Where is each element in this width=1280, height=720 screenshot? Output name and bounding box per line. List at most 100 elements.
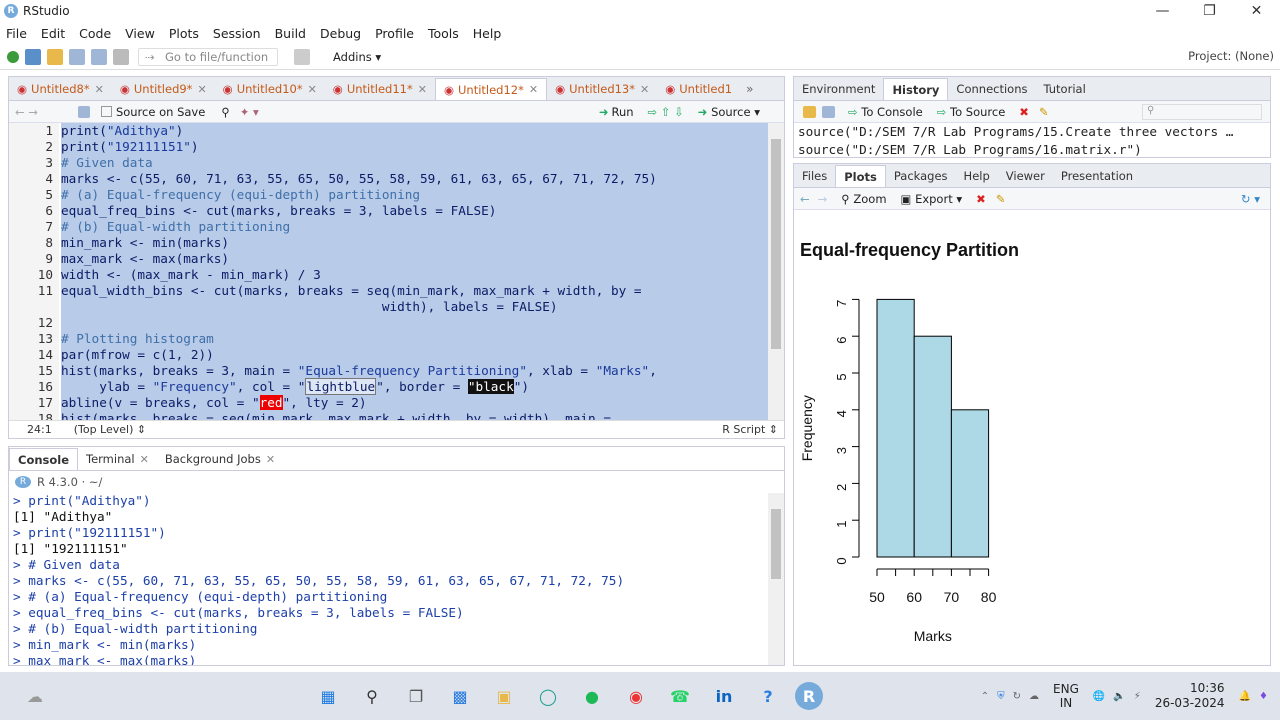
menu-tools[interactable]: Tools bbox=[428, 26, 459, 41]
volume-icon[interactable]: 🔈 bbox=[1113, 691, 1125, 702]
code-line[interactable]: # Plotting histogram bbox=[61, 331, 769, 347]
load-history-icon[interactable] bbox=[803, 105, 816, 118]
code-line[interactable]: print("192111151") bbox=[61, 139, 769, 155]
menu-session[interactable]: Session bbox=[213, 26, 261, 41]
code-line[interactable]: hist(marks, breaks = 3, main = "Equal-fr… bbox=[61, 363, 769, 379]
close-button[interactable]: ✕ bbox=[1233, 0, 1280, 22]
cloud-icon[interactable]: ☁ bbox=[1029, 691, 1039, 702]
menu-plots[interactable]: Plots bbox=[169, 26, 199, 41]
next-plot-icon[interactable]: → bbox=[818, 192, 828, 206]
plots-tab[interactable]: Plots bbox=[835, 165, 886, 187]
clock[interactable]: 10:36 26-03-2024 bbox=[1155, 681, 1225, 711]
broom-icon[interactable]: ✎ bbox=[1039, 105, 1049, 119]
close-icon[interactable]: ✕ bbox=[640, 83, 649, 96]
menu-file[interactable]: File bbox=[6, 26, 27, 41]
menu-profile[interactable]: Profile bbox=[375, 26, 414, 41]
code-line[interactable]: marks <- c(55, 60, 71, 63, 55, 65, 50, 5… bbox=[61, 171, 769, 187]
to-source-button[interactable]: ⇨ To Source bbox=[937, 105, 1006, 119]
code-line[interactable]: par(mfrow = c(1, 2)) bbox=[61, 347, 769, 363]
plots-tab[interactable]: Files bbox=[794, 165, 835, 187]
code-line[interactable]: width <- (max_mark - min_mark) / 3 bbox=[61, 267, 769, 283]
start-icon[interactable]: ▦ bbox=[311, 679, 345, 713]
task-view-icon[interactable]: ❐ bbox=[399, 679, 433, 713]
close-icon[interactable]: ✕ bbox=[418, 83, 427, 96]
editor-tab[interactable]: ◉ Untitled13* ✕ bbox=[547, 78, 657, 100]
env-tab[interactable]: Environment bbox=[794, 78, 883, 100]
code-area[interactable]: 12345678910111213141516171819 print("Adi… bbox=[9, 123, 769, 421]
save-all-icon[interactable] bbox=[91, 48, 107, 65]
defender-icon[interactable]: ⛨ bbox=[997, 691, 1005, 702]
history-search-input[interactable]: ⚲ bbox=[1142, 103, 1262, 120]
code-line[interactable]: min_mark <- min(marks) bbox=[61, 235, 769, 251]
language-indicator[interactable]: ENG IN bbox=[1053, 682, 1079, 710]
filetype-selector[interactable]: R Script ⇕ bbox=[722, 423, 778, 436]
editor-tab[interactable]: ◉ Untitled10* ✕ bbox=[215, 78, 325, 100]
export-button[interactable]: ▣ Export ▾ bbox=[901, 192, 963, 206]
battery-icon[interactable]: ⚡ bbox=[1134, 691, 1141, 702]
copilot-icon[interactable]: ♦ bbox=[1259, 691, 1268, 702]
file-explorer-icon[interactable]: ▣ bbox=[487, 679, 521, 713]
close-icon[interactable]: ✕ bbox=[95, 83, 104, 96]
code-line[interactable]: abline(v = breaks, col = "red", lty = 2) bbox=[61, 395, 769, 411]
env-tab[interactable]: Connections bbox=[948, 78, 1035, 100]
refresh-icon[interactable]: ↻ ▾ bbox=[1241, 192, 1260, 206]
menu-debug[interactable]: Debug bbox=[320, 26, 361, 41]
plots-tab[interactable]: Presentation bbox=[1053, 165, 1141, 187]
code-line[interactable]: equal_freq_bins <- cut(marks, breaks = 3… bbox=[61, 203, 769, 219]
close-icon[interactable]: ✕ bbox=[529, 83, 538, 96]
history-entry[interactable]: source("D:/SEM 7/R Lab Programs/15.Creat… bbox=[798, 123, 1254, 141]
restore-button[interactable]: ❐ bbox=[1186, 0, 1233, 22]
menu-edit[interactable]: Edit bbox=[41, 26, 65, 41]
close-icon[interactable]: ✕ bbox=[308, 83, 317, 96]
remove-plot-icon[interactable]: ✖ bbox=[976, 192, 986, 206]
store-icon[interactable]: ▩ bbox=[443, 679, 477, 713]
code-line[interactable]: width), labels = FALSE) bbox=[61, 299, 769, 315]
widgets-icon[interactable]: ☁ bbox=[18, 679, 52, 713]
editor-tab[interactable]: ◉ Untitled1 bbox=[657, 78, 740, 100]
zoom-button[interactable]: ⚲ Zoom bbox=[841, 192, 886, 206]
editor-tab[interactable]: ◉ Untitled8* ✕ bbox=[9, 78, 112, 100]
new-project-icon[interactable] bbox=[25, 48, 41, 65]
code-line[interactable]: ylab = "Frequency", col = "lightblue", b… bbox=[61, 378, 769, 395]
scope-selector[interactable]: (Top Level) ⇕ bbox=[74, 423, 146, 436]
plots-tab[interactable]: Packages bbox=[886, 165, 956, 187]
history-list[interactable]: source("D:/SEM 7/R Lab Programs/15.Creat… bbox=[798, 123, 1254, 159]
plots-tab[interactable]: Help bbox=[956, 165, 998, 187]
code-line[interactable]: # (b) Equal-width partitioning bbox=[61, 219, 769, 235]
prev-plot-icon[interactable]: ← bbox=[800, 192, 810, 206]
source-button[interactable]: ➜ Source ▾ bbox=[698, 105, 760, 119]
save-icon[interactable] bbox=[69, 48, 85, 65]
clear-plots-icon[interactable]: ✎ bbox=[996, 192, 1006, 206]
editor-tab[interactable]: ◉ Untitled12* ✕ bbox=[434, 78, 548, 100]
source-on-save-checkbox[interactable] bbox=[100, 106, 112, 117]
console-scrollbar[interactable] bbox=[768, 493, 784, 665]
close-icon[interactable]: ✕ bbox=[140, 453, 149, 466]
new-file-icon[interactable] bbox=[7, 50, 19, 63]
remove-icon[interactable]: ✖ bbox=[1019, 105, 1029, 119]
chevron-up-icon[interactable]: ⌃ bbox=[981, 691, 989, 702]
code-line[interactable]: max_mark <- max(marks) bbox=[61, 251, 769, 267]
menu-view[interactable]: View bbox=[125, 26, 155, 41]
editor-tab[interactable]: ◉ Untitled9* ✕ bbox=[112, 78, 215, 100]
chrome-icon[interactable]: ◉ bbox=[619, 679, 653, 713]
goto-file-input[interactable]: Go to file/function bbox=[138, 47, 278, 66]
code-line[interactable] bbox=[61, 315, 769, 331]
sync-icon[interactable]: ↻ bbox=[1013, 691, 1021, 702]
history-entry[interactable]: source("D:/SEM 7/R Lab Programs/16.matri… bbox=[798, 141, 1254, 159]
env-tab[interactable]: Tutorial bbox=[1035, 78, 1093, 100]
menu-build[interactable]: Build bbox=[275, 26, 306, 41]
edge-icon[interactable]: ◯ bbox=[531, 679, 565, 713]
minimize-button[interactable]: — bbox=[1139, 0, 1186, 22]
magic-wand-icon[interactable]: ✦ ▾ bbox=[240, 105, 259, 119]
console-output[interactable]: > print("Adithya") [1] "Adithya" > print("… bbox=[13, 493, 768, 665]
run-button[interactable]: ➜ Run bbox=[599, 105, 634, 119]
menu-help[interactable]: Help bbox=[473, 26, 502, 41]
code-line[interactable]: # Given data bbox=[61, 155, 769, 171]
save-history-icon[interactable] bbox=[822, 105, 835, 118]
code-line[interactable]: equal_width_bins <- cut(marks, breaks = … bbox=[61, 283, 769, 299]
code-line[interactable]: print("Adithya") bbox=[61, 123, 769, 139]
notification-icon[interactable]: 🔔 bbox=[1239, 691, 1251, 702]
whatsapp-icon[interactable]: ☎ bbox=[663, 679, 697, 713]
open-file-icon[interactable] bbox=[47, 48, 63, 65]
plots-tab[interactable]: Viewer bbox=[998, 165, 1053, 187]
